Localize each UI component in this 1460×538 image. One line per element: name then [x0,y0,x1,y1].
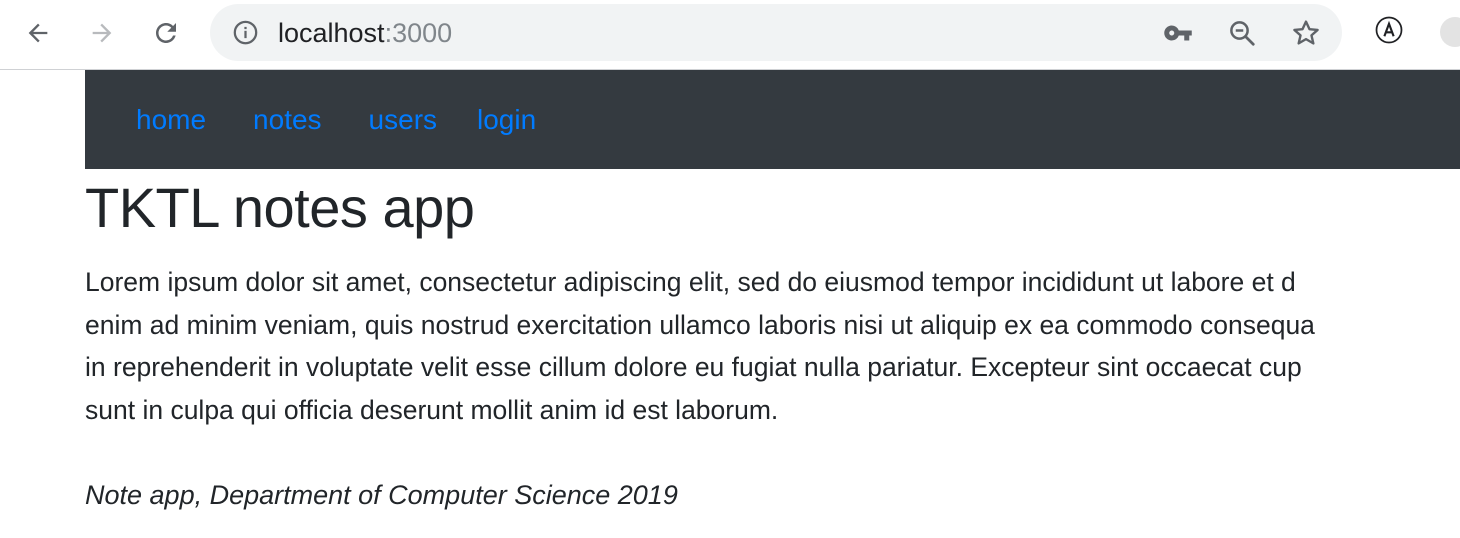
extension-icon[interactable] [1440,17,1460,47]
back-button[interactable] [18,13,58,53]
reload-icon [156,23,176,43]
zoom-out-icon [1230,21,1255,46]
paragraph-line: Lorem ipsum dolor sit amet, consectetur … [85,267,1296,297]
nav-link-home[interactable]: home [136,104,206,136]
nav-link-notes[interactable]: notes [253,104,322,136]
page-title: TKTL notes app [85,176,475,239]
star-icon [1293,20,1319,45]
nav-link-users[interactable]: users [369,104,437,136]
paragraph-line: enim ad minim veniam, quis nostrud exerc… [85,309,1315,340]
password-key-button[interactable] [1162,17,1194,49]
back-arrow-icon [28,23,48,43]
paragraph-line: sunt in culpa qui officia deserunt molli… [85,394,779,425]
forward-button[interactable] [82,13,122,53]
info-icon[interactable] [232,19,259,46]
key-icon [1164,25,1192,41]
address-bar[interactable]: localhost:3000 [210,4,1342,61]
browser-toolbar: localhost:3000 [0,0,1460,70]
url-host: localhost [278,18,385,48]
intro-paragraph: Lorem ipsum dolor sit amet, consectetur … [85,261,1460,431]
forward-arrow-icon [92,23,112,43]
navbar: home notes users login [85,70,1460,169]
page-content: home notes users login TKTL notes app Lo… [85,70,1460,516]
translate-extension-icon[interactable] [1374,15,1404,45]
footer-text: Note app, Department of Computer Science… [85,480,678,510]
paragraph-line: in reprehenderit in voluptate velit esse… [85,352,1302,382]
url-text[interactable]: localhost:3000 [278,17,452,49]
bookmark-button[interactable] [1290,17,1322,49]
zoom-button[interactable] [1226,17,1258,49]
reload-button[interactable] [146,13,186,53]
nav-link-login[interactable]: login [477,104,536,136]
url-port: :3000 [384,18,453,48]
